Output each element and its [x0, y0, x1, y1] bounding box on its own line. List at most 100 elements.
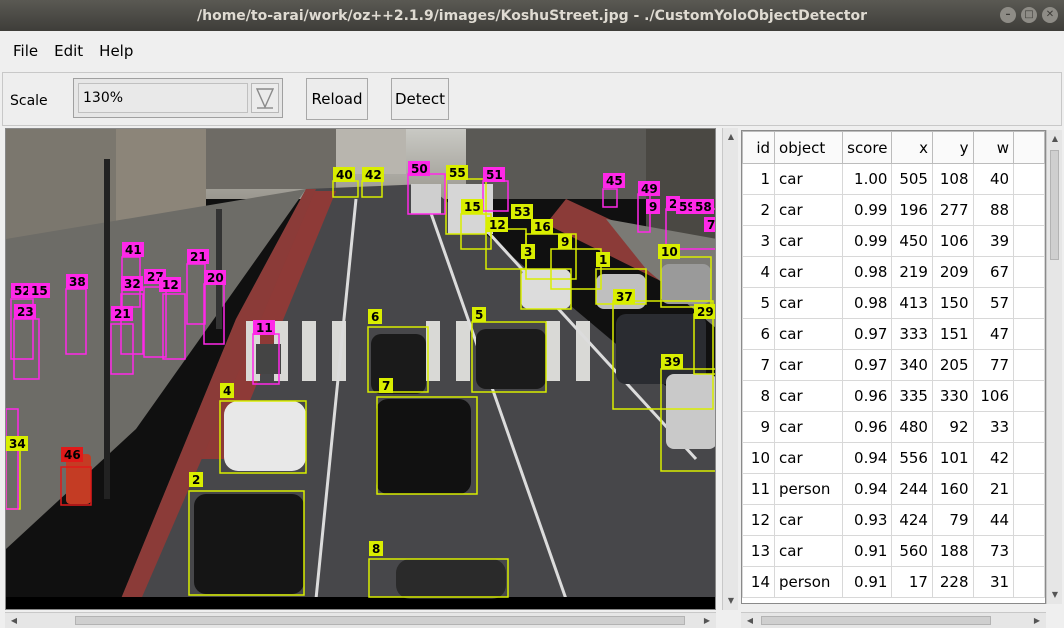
menu-help[interactable]: Help	[99, 42, 133, 60]
detections-table-panel[interactable]: id object score x y w 1 car 1.00 505 108 40 2 c…	[741, 130, 1046, 604]
table-row[interactable]: 4 car 0.98 219 209 67	[742, 256, 1045, 288]
col-score[interactable]: score	[842, 131, 893, 164]
table-row[interactable]: 14 person 0.91 17 228 31	[742, 566, 1045, 598]
detection-label: 41	[125, 243, 142, 257]
table-row[interactable]: 11 person 0.94 244 160 21	[742, 473, 1045, 505]
cell-score: 0.98	[842, 287, 893, 319]
cell-id: 1	[742, 163, 776, 195]
cell-x: 413	[891, 287, 933, 319]
table-row[interactable]: 6 car 0.97 333 151 47	[742, 318, 1045, 350]
cell-y: 92	[931, 411, 974, 443]
cell-y: 79	[931, 504, 974, 536]
cell-id: 14	[742, 566, 776, 598]
cell-object: car	[774, 349, 844, 381]
detection-label: 53	[514, 205, 531, 219]
detection-label: 16	[534, 220, 551, 234]
menu-edit[interactable]: Edit	[54, 42, 83, 60]
image-vertical-scrollbar[interactable]: ▲ ▼	[722, 128, 738, 610]
table-row[interactable]: 13 car 0.91 560 188 73	[742, 535, 1045, 567]
cell-y: 228	[931, 566, 974, 598]
cell-x: 333	[891, 318, 933, 350]
cell-y: 188	[931, 535, 974, 567]
detection-image-view[interactable]: 40 42 55 15 12 53 16 9 3 1 10 37 29 39 6 5 4 7 2 8 34 50 51 45…	[5, 128, 716, 610]
detection-label: 12	[489, 218, 506, 232]
table-vertical-scrollbar[interactable]: ▲ ▼	[1046, 130, 1062, 604]
chevron-down-icon[interactable]	[251, 83, 279, 113]
cell-id: 9	[742, 411, 776, 443]
reload-button[interactable]: Reload	[306, 78, 368, 120]
table-horizontal-scrollbar[interactable]: ◀ ▶	[741, 612, 1046, 628]
table-row[interactable]: 8 car 0.96 335 330 106	[742, 380, 1045, 412]
cell-id: 8	[742, 380, 776, 412]
scroll-up-icon[interactable]: ▲	[1048, 132, 1062, 146]
cell-x: 450	[891, 225, 933, 257]
detection-label: 11	[256, 321, 273, 335]
cell-w: 106	[972, 380, 1015, 412]
cell-x: 560	[891, 535, 933, 567]
cell-id: 7	[742, 349, 776, 381]
cell-id: 12	[742, 504, 776, 536]
scroll-up-icon[interactable]: ▲	[724, 130, 738, 144]
scale-input[interactable]: 130%	[78, 83, 248, 113]
cell-h-partial	[1013, 225, 1045, 257]
maximize-window-icon[interactable]: □	[1021, 7, 1037, 23]
detection-label: 38	[69, 275, 86, 289]
detection-label: 10	[661, 245, 678, 259]
table-row[interactable]: 9 car 0.96 480 92 33	[742, 411, 1045, 443]
image-horizontal-scrollbar[interactable]: ◀ ▶	[5, 612, 716, 628]
col-w[interactable]: w	[972, 131, 1015, 164]
col-h-partial[interactable]	[1013, 131, 1045, 164]
table-row[interactable]: 1 car 1.00 505 108 40	[742, 163, 1045, 195]
col-object[interactable]: object	[774, 131, 844, 164]
cell-h-partial	[1013, 163, 1045, 195]
street-scene-image: 40 42 55 15 12 5316 9 3 1 10 37 29 39 6 5 4 7 2 8 34 50 51 45…	[6, 129, 715, 609]
table-row[interactable]: 12 car 0.93 424 79 44	[742, 504, 1045, 536]
col-id[interactable]: id	[742, 131, 776, 164]
scroll-right-icon[interactable]: ▶	[700, 614, 714, 628]
cell-object: car	[774, 163, 844, 195]
scroll-left-icon[interactable]: ◀	[7, 614, 21, 628]
col-y[interactable]: y	[931, 131, 974, 164]
table-row[interactable]: 5 car 0.98 413 150 57	[742, 287, 1045, 319]
detection-label: 21	[114, 307, 131, 321]
table-row[interactable]: 7 car 0.97 340 205 77	[742, 349, 1045, 381]
cell-object: person	[774, 473, 844, 505]
cell-score: 0.94	[842, 473, 893, 505]
detection-label: 15	[464, 200, 481, 214]
scale-combobox[interactable]: 130%	[73, 78, 283, 118]
table-vscroll-thumb[interactable]	[1050, 150, 1059, 260]
detection-label: 39	[664, 355, 681, 369]
cell-x: 480	[891, 411, 933, 443]
close-icon[interactable]: ✕	[1042, 7, 1058, 23]
cell-y: 151	[931, 318, 974, 350]
scroll-left-icon[interactable]: ◀	[743, 614, 757, 628]
cell-h-partial	[1013, 411, 1045, 443]
table-row[interactable]: 2 car 0.99 196 277 88	[742, 194, 1045, 226]
detection-label: 7	[382, 379, 390, 393]
scroll-down-icon[interactable]: ▼	[1048, 588, 1062, 602]
cell-x: 556	[891, 442, 933, 474]
table-row[interactable]: 10 car 0.94 556 101 42	[742, 442, 1045, 474]
scroll-down-icon[interactable]: ▼	[724, 594, 738, 608]
table-row[interactable]: 3 car 0.99 450 106 39	[742, 225, 1045, 257]
close-window-icon[interactable]: –	[1000, 7, 1016, 23]
cell-x: 340	[891, 349, 933, 381]
cell-score: 0.99	[842, 194, 893, 226]
detection-label: 1	[599, 253, 607, 267]
detect-button[interactable]: Detect	[391, 78, 449, 120]
table-hscroll-thumb[interactable]	[761, 616, 991, 625]
cell-w: 21	[972, 473, 1015, 505]
image-hscroll-thumb[interactable]	[75, 616, 685, 625]
col-x[interactable]: x	[891, 131, 933, 164]
menu-file[interactable]: File	[13, 42, 38, 60]
cell-score: 0.97	[842, 318, 893, 350]
cell-id: 10	[742, 442, 776, 474]
cell-id: 6	[742, 318, 776, 350]
cell-h-partial	[1013, 256, 1045, 288]
scroll-right-icon[interactable]: ▶	[1030, 614, 1044, 628]
cell-w: 47	[972, 318, 1015, 350]
detection-label: 37	[616, 290, 633, 304]
detection-label: 50	[411, 162, 428, 176]
detection-label: 15	[31, 284, 48, 298]
cell-h-partial	[1013, 535, 1045, 567]
